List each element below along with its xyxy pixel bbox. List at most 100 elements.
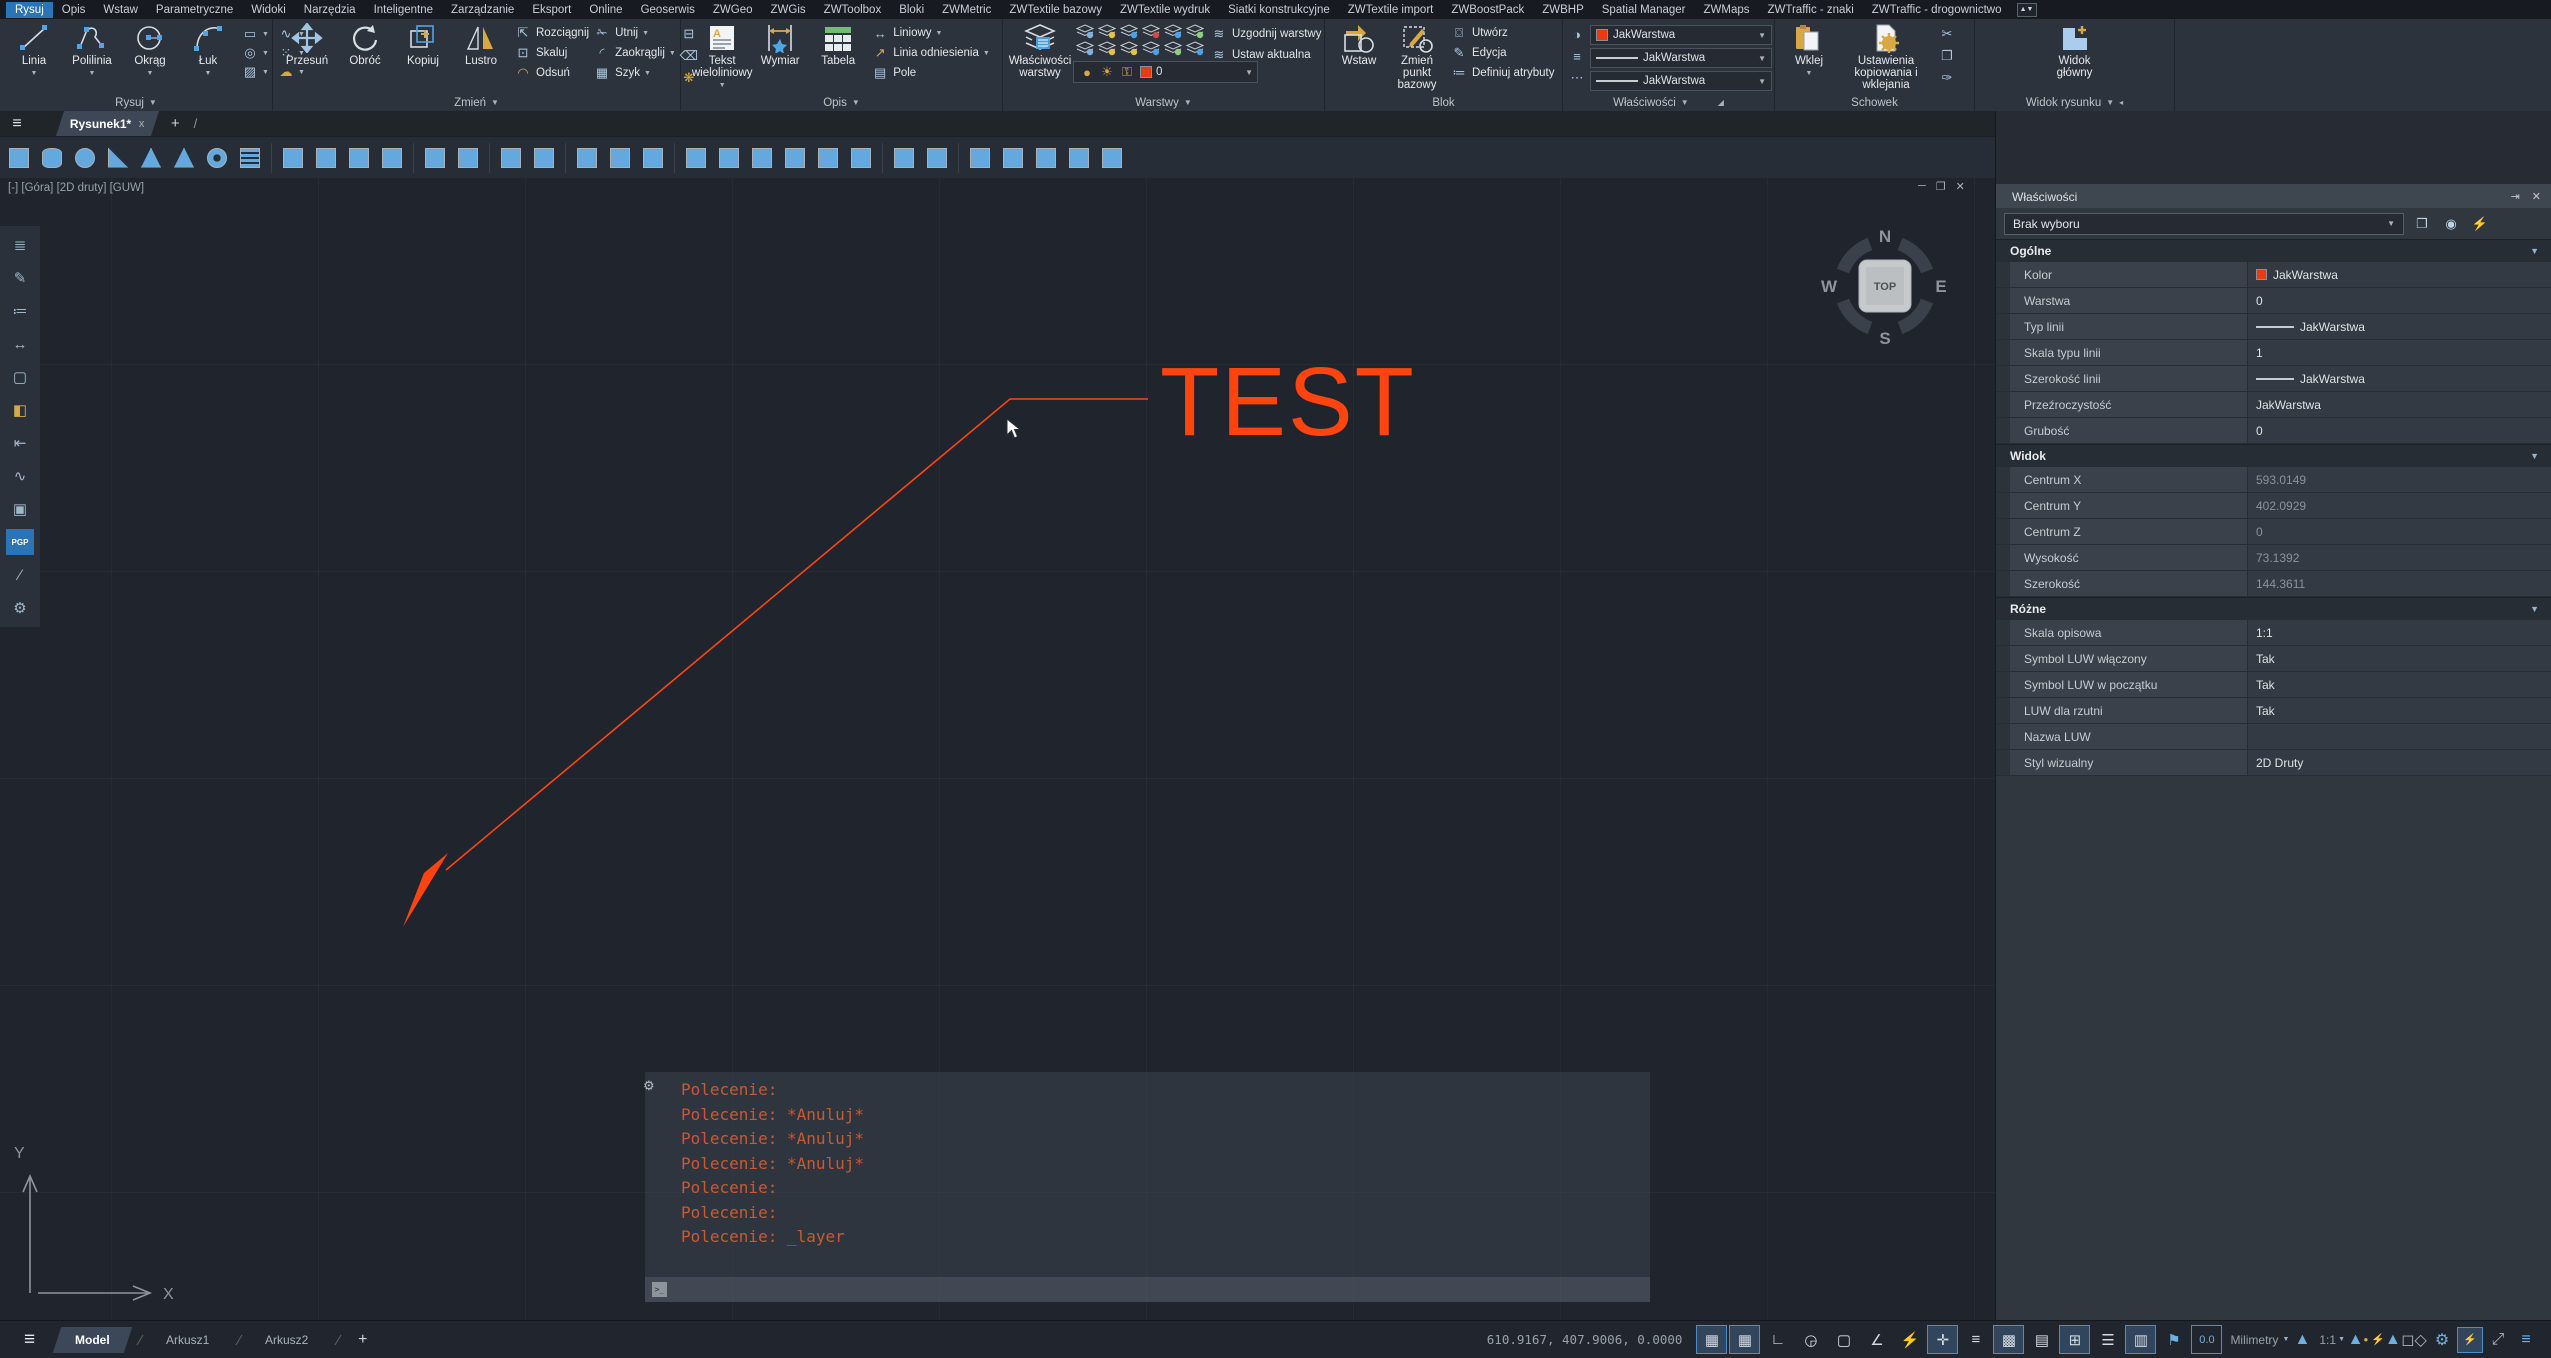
lineweight-icon[interactable]: ≡	[1568, 48, 1586, 64]
menu-item-narz-dzia[interactable]: Narzędzia	[295, 2, 365, 18]
solid-helix-icon[interactable]	[235, 143, 265, 173]
layer-combo[interactable]: ●☀⚿ 0 ▼	[1073, 61, 1258, 83]
select-objects-icon[interactable]: ◉	[2440, 214, 2462, 234]
transparency-display-toggle[interactable]: ▩	[1993, 1325, 2024, 1354]
property-value[interactable]: 593.0149	[2248, 467, 2551, 492]
command-gear-icon[interactable]: ⚙	[643, 1078, 655, 1094]
menu-item-zwtraffic-znaki[interactable]: ZWTraffic - znaki	[1759, 2, 1863, 18]
solid-box-icon[interactable]	[4, 143, 34, 173]
panel-footer-rysuj[interactable]: Rysuj▼	[0, 94, 272, 111]
menu-item-opis[interactable]: Opis	[53, 2, 95, 18]
button-przesuń[interactable]: Przesuń	[278, 22, 336, 68]
auto-hide-icon[interactable]: ⇥	[2511, 190, 2520, 203]
polar-snap-toggle[interactable]: ∠	[1861, 1325, 1892, 1354]
tool-edycja[interactable]: ✎Edycja	[1450, 45, 1554, 61]
solid-torus-icon[interactable]	[202, 143, 232, 173]
imprint-icon[interactable]	[1031, 143, 1061, 173]
drawing-canvas[interactable]: [-] [Góra] [2D druty] [GUW] ─ ❐ ✕ ≣✎≔↔▢◧…	[0, 178, 1995, 1320]
properties-panel-header[interactable]: Właściwości ⇥ ✕	[1996, 185, 2551, 208]
copy-clip-icon[interactable]: ❐	[1938, 48, 1956, 64]
button-linia[interactable]: Linia▼	[5, 22, 63, 80]
property-value[interactable]: 144.3611	[2248, 571, 2551, 596]
layout-tab-model[interactable]: Model	[53, 1327, 132, 1353]
tab-list-icon[interactable]: /	[194, 116, 198, 131]
linetype-icon[interactable]: ⋯	[1568, 70, 1586, 86]
sweep-icon[interactable]	[344, 143, 374, 173]
menu-item-siatki-konstrukcyjne[interactable]: Siatki konstrukcyjne	[1219, 2, 1339, 18]
toggle-pickadd-icon[interactable]: ❐	[2411, 214, 2433, 234]
revolve-icon[interactable]	[311, 143, 341, 173]
dash-display-toggle[interactable]: ☰	[2092, 1325, 2123, 1354]
quick-properties-toggle[interactable]: ▤	[2026, 1325, 2057, 1354]
tool-rectangle[interactable]: ▭▼	[241, 26, 269, 42]
dimension-units-toggle[interactable]: 0.0	[2191, 1325, 2222, 1354]
tool-definiuj-atrybuty[interactable]: ≔Definiuj atrybuty	[1450, 65, 1554, 81]
layer-down-icon[interactable]	[1076, 41, 1094, 56]
cut-icon[interactable]: ✂	[1938, 26, 1956, 42]
solid-cylinder-icon[interactable]	[37, 143, 67, 173]
property-value[interactable]: 0	[2248, 519, 2551, 544]
tool-zaokrąglij[interactable]: ◜Zaokrąglij▼	[593, 45, 676, 61]
lineweight-combo[interactable]: JakWarstwa▼	[1590, 71, 1772, 91]
color-face-icon[interactable]	[846, 143, 876, 173]
ortho-mode-toggle[interactable]: ∟	[1762, 1325, 1793, 1354]
menu-item-zwtraffic-drogownictwo[interactable]: ZWTraffic - drogownictwo	[1863, 2, 2011, 18]
tool-skaluj[interactable]: ⊡Skaluj	[514, 45, 589, 61]
command-window[interactable]: ⚙ Polecenie: Polecenie: *Anuluj* Polecen…	[645, 1072, 1650, 1302]
color-palette-icon[interactable]: ◑	[1568, 26, 1586, 42]
menu-overflow-button[interactable]: ▲▼	[2017, 3, 2037, 17]
button-kopiuj[interactable]: Kopiuj	[394, 22, 452, 68]
button-lustro[interactable]: Lustro	[452, 22, 510, 68]
menu-item-widoki[interactable]: Widoki	[242, 2, 295, 18]
menu-item-zwgis[interactable]: ZWGis	[762, 2, 815, 18]
property-value[interactable]: 1	[2248, 340, 2551, 365]
intersect-icon[interactable]	[638, 143, 668, 173]
dynamic-input-toggle[interactable]: ✛	[1927, 1325, 1958, 1354]
menu-item-zwtextile-wydruk[interactable]: ZWTextile wydruk	[1111, 2, 1219, 18]
layer-up-icon[interactable]	[1076, 24, 1094, 39]
selection-filter-combo[interactable]: Brak wyboru ▼	[2004, 213, 2404, 235]
menu-burger-icon[interactable]: ≡	[0, 115, 34, 133]
color-edge-icon[interactable]	[998, 143, 1028, 173]
menu-item-zwtoolbox[interactable]: ZWToolbox	[815, 2, 891, 18]
menu-item-zwmetric[interactable]: ZWMetric	[933, 2, 1000, 18]
annotation-scale-icon[interactable]: ▲	[2289, 1327, 2315, 1353]
section-header-widok[interactable]: Widok▼	[1996, 444, 2551, 467]
taper-face-icon[interactable]	[813, 143, 843, 173]
property-value[interactable]: 0	[2248, 288, 2551, 313]
tool-rozciągnij[interactable]: ⇱Rozciągnij	[514, 25, 589, 41]
layer-previous-icon[interactable]	[1164, 24, 1182, 39]
layer-freeze-icon[interactable]	[1120, 24, 1138, 39]
grid-display-toggle[interactable]: ▦	[1696, 1325, 1727, 1354]
color-combo[interactable]: JakWarstwa▼	[1590, 25, 1772, 45]
tool-utnij[interactable]: ✁Utnij▼	[593, 25, 676, 41]
move-face-icon[interactable]	[681, 143, 711, 173]
convert-to-solid-icon[interactable]	[529, 143, 559, 173]
button-wstaw[interactable]: Wstaw	[1330, 22, 1388, 92]
panel-footer-warstwy[interactable]: Warstwy▼	[1003, 94, 1324, 111]
quick-select-icon[interactable]: ⚡	[2469, 214, 2491, 234]
layer-off-icon[interactable]	[1098, 24, 1116, 39]
object-snap-toggle[interactable]: ▢	[1828, 1325, 1859, 1354]
panel-footer-opis[interactable]: Opis▼	[681, 94, 1002, 111]
property-value[interactable]: Tak	[2248, 672, 2551, 697]
property-value[interactable]: JakWarstwa	[2248, 314, 2551, 339]
solid-sphere-icon[interactable]	[70, 143, 100, 173]
panel-footer-wlasciwosci[interactable]: Właściwości▼◢	[1563, 94, 1774, 111]
menu-item-eksport[interactable]: Eksport	[523, 2, 580, 18]
property-value[interactable]: JakWarstwa	[2248, 262, 2551, 287]
tool-uzgodnij-warstwy[interactable]: ≋Uzgodnij warstwy	[1210, 26, 1321, 42]
layer-unlock-icon[interactable]	[1142, 41, 1160, 56]
selection-cycling-toggle[interactable]: ⊞	[2059, 1325, 2090, 1354]
new-layout-button[interactable]: +	[358, 1331, 367, 1349]
tool-szyk[interactable]: ▦Szyk▼	[593, 65, 676, 81]
menu-item-zwboostpack[interactable]: ZWBoostPack	[1442, 2, 1533, 18]
menu-item-bloki[interactable]: Bloki	[890, 2, 933, 18]
dialog-launcher-icon[interactable]: ◢	[1718, 98, 1724, 107]
tool-pole[interactable]: ▤Pole	[871, 65, 990, 81]
property-value[interactable]: Tak	[2248, 698, 2551, 723]
tool-hatch[interactable]: ▨▼	[241, 64, 269, 80]
command-input[interactable]: >_	[645, 1277, 1650, 1302]
menu-item-zarz-dzanie[interactable]: Zarządzanie	[442, 2, 523, 18]
offset-face-icon[interactable]	[453, 143, 483, 173]
